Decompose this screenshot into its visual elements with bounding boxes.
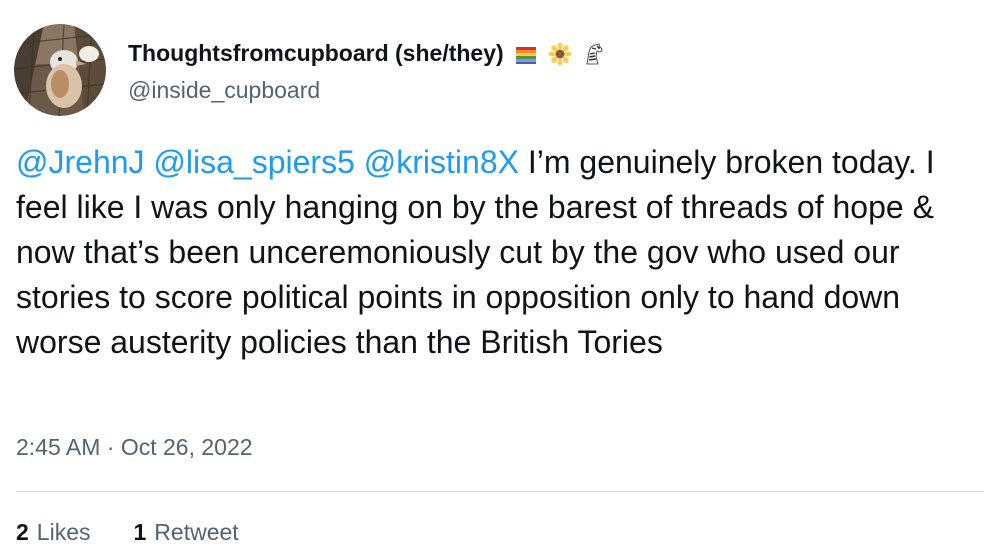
tweet-text: @JrehnJ @lisa_spiers5 @kristin8X I’m gen…: [16, 140, 986, 365]
retweets-count: 1: [133, 519, 147, 545]
likes-stat[interactable]: 2 Likes: [16, 519, 91, 546]
divider: [16, 491, 984, 492]
likes-count: 2: [16, 519, 29, 545]
tweet-timestamp[interactable]: 2:45 AM · Oct 26, 2022: [16, 434, 253, 461]
tweet-card: Thoughtsfromcupboard (she/they) @inside_…: [0, 0, 995, 559]
likes-label: Likes: [36, 519, 91, 545]
retweets-label: Retweet: [154, 519, 239, 545]
tweet-stats: 2 Likes 1 Retweet: [16, 519, 239, 546]
avatar[interactable]: [14, 24, 106, 116]
mention-link[interactable]: @lisa_spiers5: [153, 144, 354, 180]
avatar-image: [14, 24, 106, 116]
display-name[interactable]: Thoughtsfromcupboard (she/they): [128, 40, 504, 67]
mention-link[interactable]: @kristin8X: [364, 144, 519, 180]
author-names: Thoughtsfromcupboard (she/they) @inside_…: [128, 37, 606, 104]
rainbow-flag-icon: [514, 42, 538, 66]
sunflower-icon: [548, 42, 572, 66]
zebra-icon: [582, 42, 606, 66]
display-name-row: Thoughtsfromcupboard (she/they): [128, 37, 606, 71]
retweets-stat[interactable]: 1 Retweet: [134, 519, 239, 546]
tweet-header: Thoughtsfromcupboard (she/they) @inside_…: [14, 24, 606, 116]
mention-link[interactable]: @JrehnJ: [16, 144, 145, 180]
author-handle[interactable]: @inside_cupboard: [128, 77, 606, 104]
